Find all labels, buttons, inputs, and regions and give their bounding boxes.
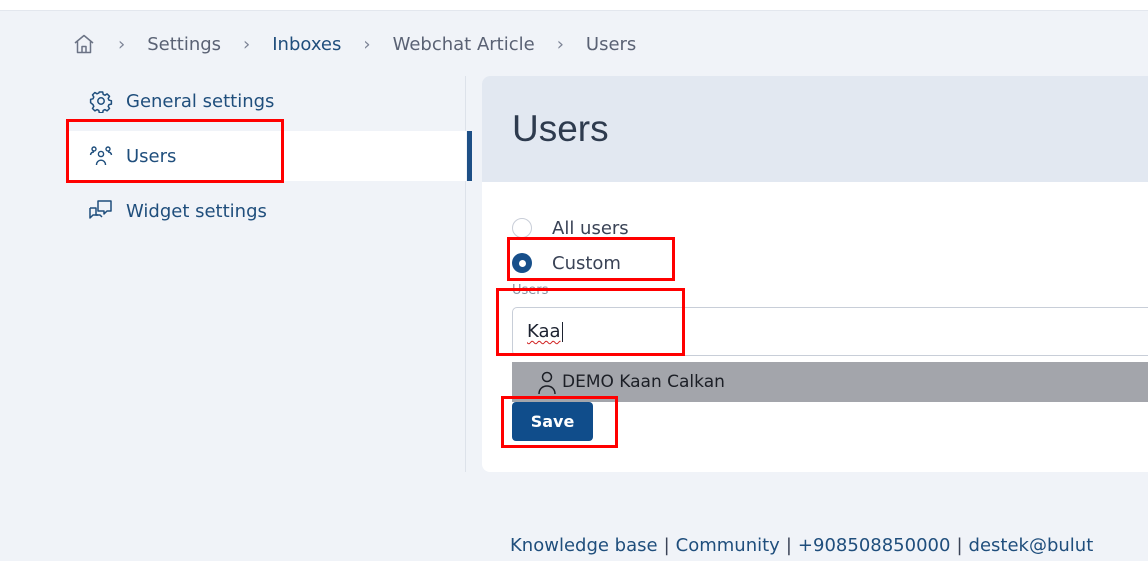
- chevron-right-icon: ›: [556, 33, 564, 55]
- person-icon: [536, 369, 558, 395]
- footer-divider: |: [956, 535, 963, 556]
- radio-custom[interactable]: Custom: [512, 249, 621, 277]
- home-icon[interactable]: [72, 32, 96, 56]
- users-search-input[interactable]: Kaa: [512, 307, 1148, 356]
- users-icon: [88, 143, 114, 169]
- sidebar-item-label: Users: [126, 145, 177, 167]
- settings-sidebar: General settings Users Widget settings: [68, 76, 472, 472]
- radio-unchecked-icon[interactable]: [512, 218, 532, 238]
- page-title: Users: [512, 108, 609, 149]
- breadcrumb-inboxes[interactable]: Inboxes: [272, 34, 341, 55]
- radio-all-users[interactable]: All users: [512, 214, 629, 242]
- footer-divider: |: [785, 535, 792, 556]
- chevron-right-icon: ›: [363, 33, 371, 55]
- sidebar-item-users[interactable]: Users: [68, 131, 472, 181]
- radio-label: All users: [552, 217, 629, 239]
- radio-label: Custom: [552, 252, 621, 274]
- radio-checked-icon[interactable]: [512, 253, 532, 273]
- card-header: Users: [482, 76, 1148, 182]
- footer-divider: |: [663, 535, 670, 556]
- breadcrumb-webchat-article[interactable]: Webchat Article: [393, 34, 535, 55]
- chevron-right-icon: ›: [118, 33, 126, 55]
- top-bar: [0, 0, 1148, 11]
- gear-icon: [88, 88, 114, 114]
- suggestion-label: DEMO Kaan Calkan: [562, 372, 725, 392]
- footer: Knowledge base | Community | +908508850000 | d…: [510, 535, 1093, 556]
- breadcrumb-settings[interactable]: Settings: [147, 34, 221, 55]
- text-caret: [561, 321, 563, 342]
- footer-link-knowledge-base[interactable]: Knowledge base: [510, 535, 658, 556]
- input-value: Kaa: [527, 321, 561, 342]
- user-suggestion-option[interactable]: DEMO Kaan Calkan: [512, 362, 1148, 402]
- footer-link-phone[interactable]: +908508850000: [798, 535, 951, 556]
- breadcrumb-users: Users: [585, 33, 637, 55]
- sidebar-item-label: Widget settings: [126, 200, 267, 222]
- breadcrumb: › Settings › Inboxes › Webchat Article ›…: [72, 30, 636, 58]
- save-button[interactable]: Save: [512, 402, 593, 441]
- footer-link-community[interactable]: Community: [676, 535, 780, 556]
- sidebar-item-widget-settings[interactable]: Widget settings: [68, 186, 466, 236]
- users-field-label: Users: [512, 283, 549, 298]
- footer-link-email[interactable]: destek@bulut: [969, 535, 1094, 556]
- chevron-right-icon: ›: [243, 33, 251, 55]
- users-settings-card: Users All users Custom Users Kaa DEMO Ka…: [482, 76, 1148, 472]
- sidebar-item-general-settings[interactable]: General settings: [68, 76, 466, 126]
- chat-bubbles-icon: [88, 198, 114, 224]
- sidebar-item-label: General settings: [126, 90, 275, 112]
